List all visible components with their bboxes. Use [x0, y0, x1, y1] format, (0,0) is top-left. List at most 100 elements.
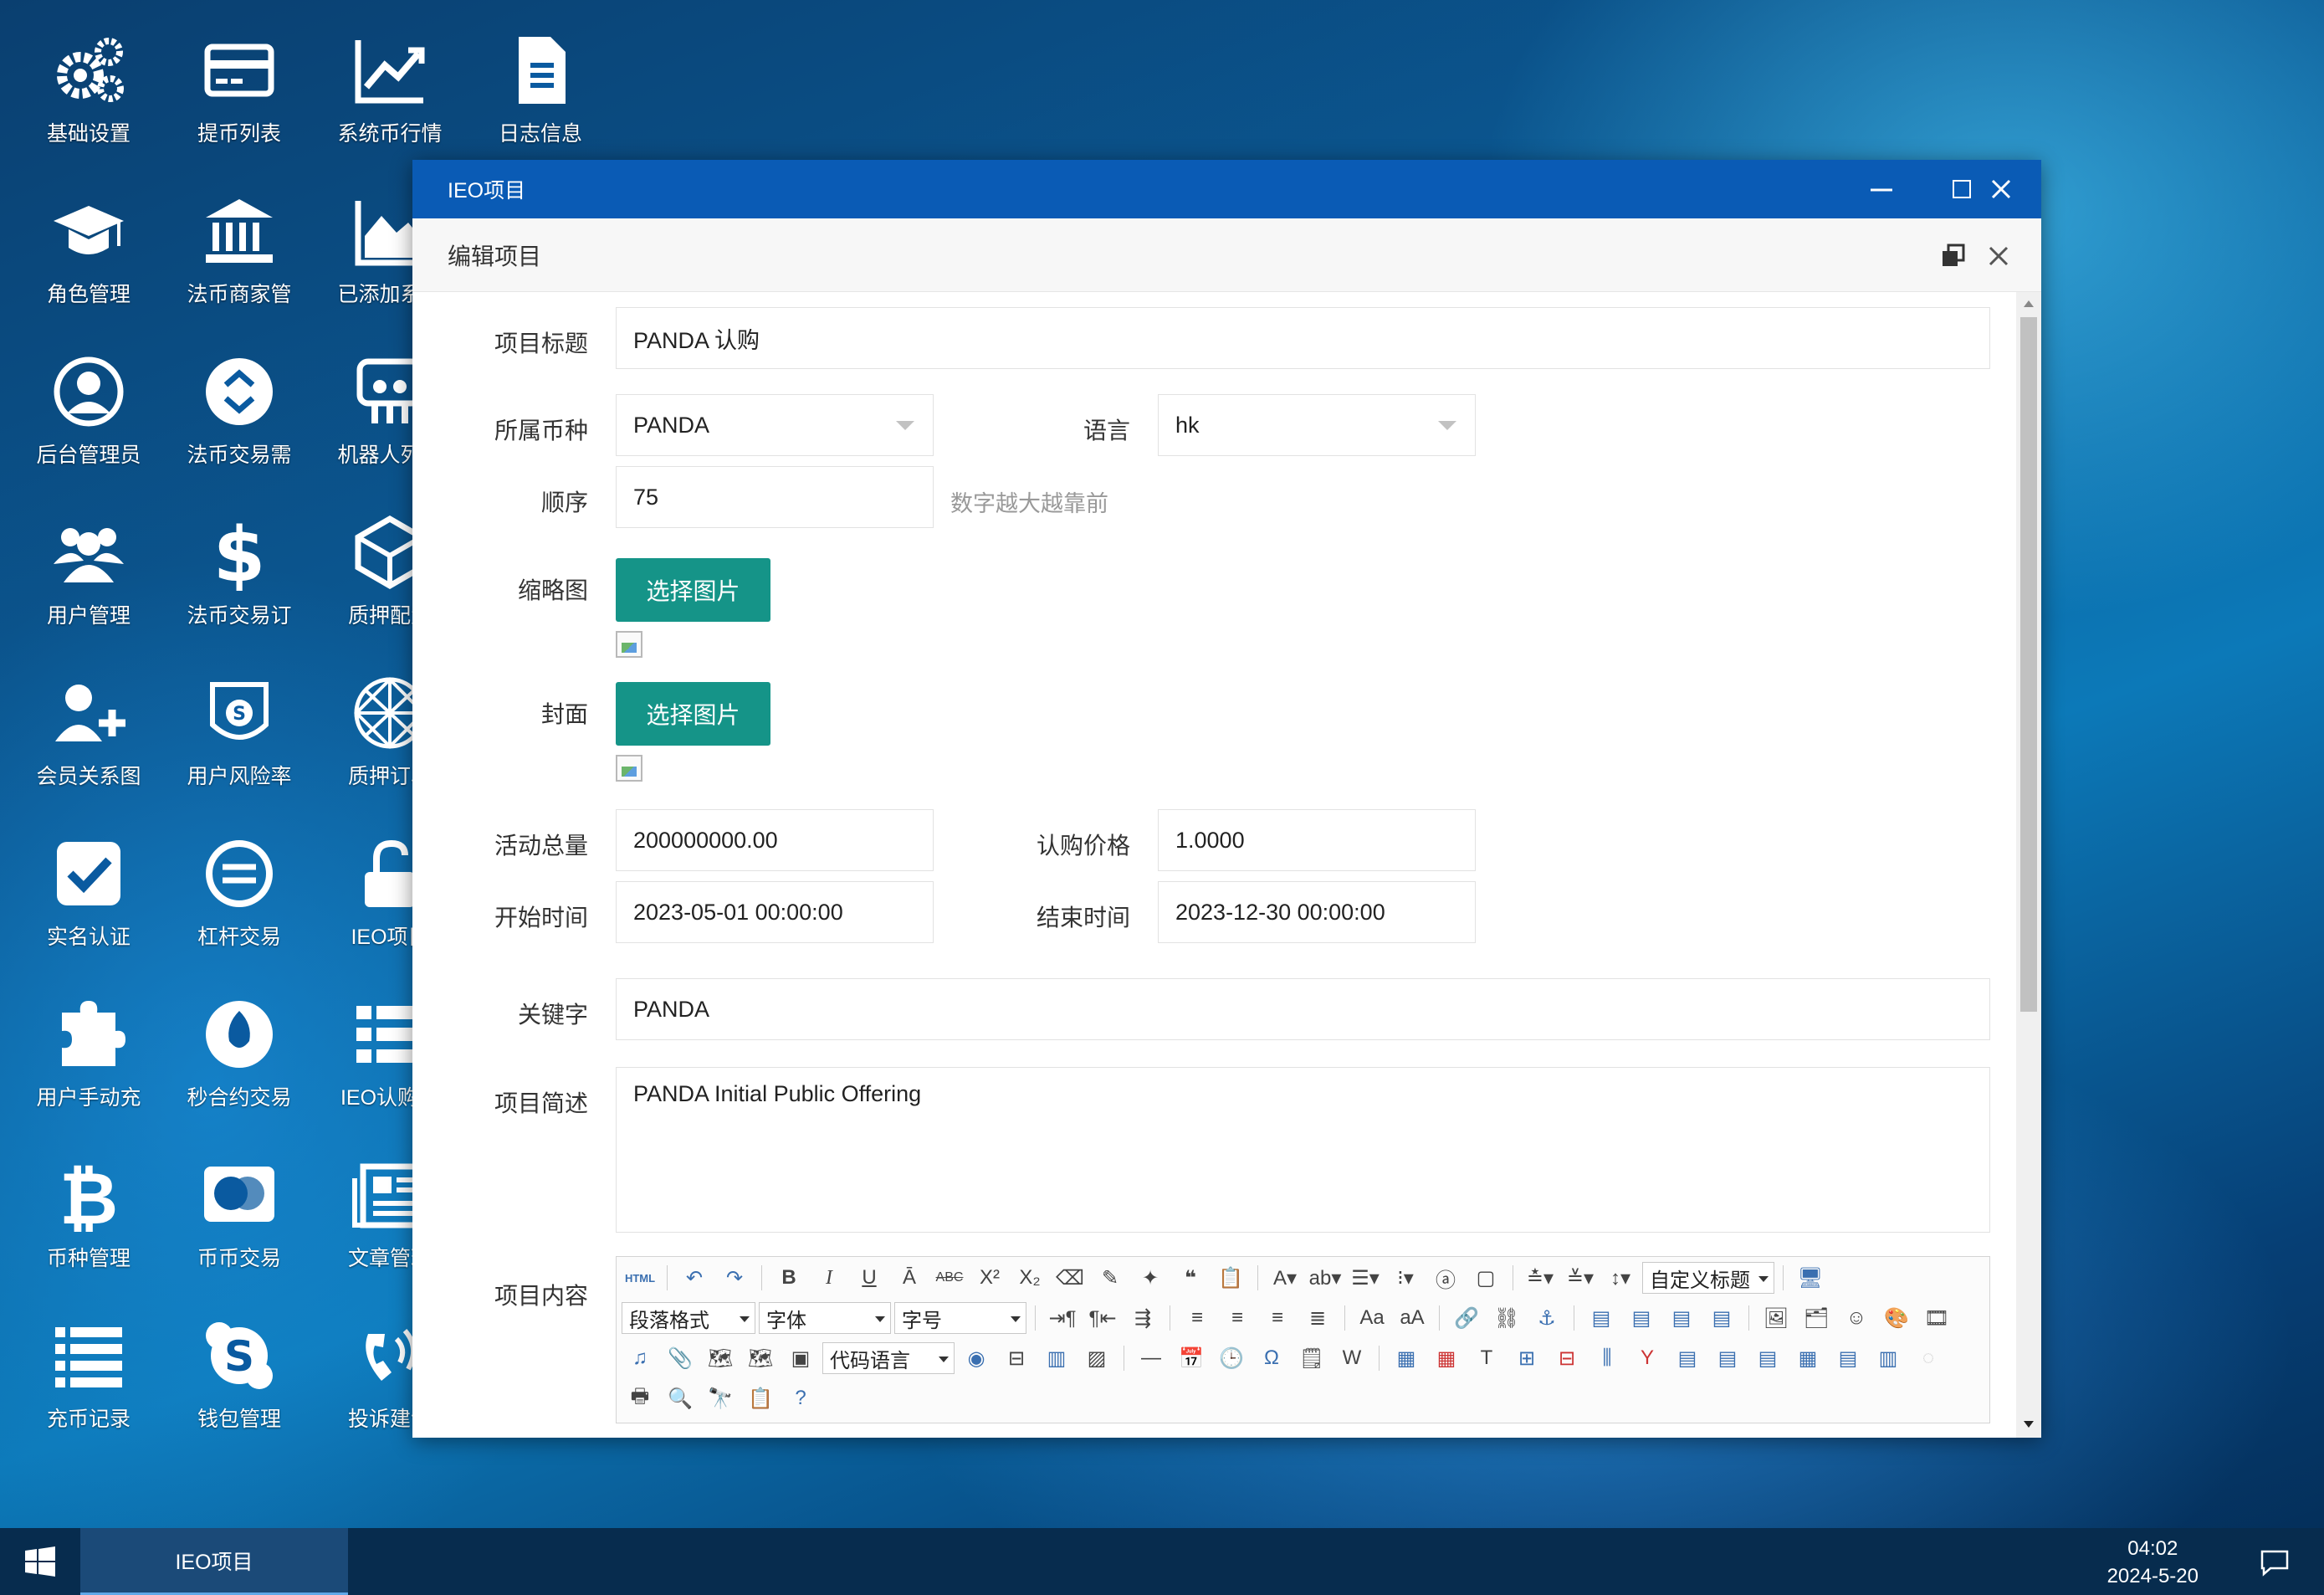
attachment-icon[interactable]: 📎	[662, 1341, 699, 1375]
merge-right-icon[interactable]: ▤	[1709, 1341, 1746, 1375]
rtl-icon[interactable]: ¶⇤	[1084, 1301, 1121, 1335]
find-replace-icon[interactable]: 🔭	[702, 1382, 739, 1415]
split-cells-icon[interactable]: ▦	[1789, 1341, 1826, 1375]
delete-table-icon[interactable]: ▦	[1428, 1341, 1465, 1375]
highlight-icon[interactable]: ab▾	[1307, 1261, 1344, 1295]
align-center-icon[interactable]: ≡	[1219, 1301, 1256, 1335]
underline-icon[interactable]: U	[851, 1261, 888, 1295]
to-lowercase-icon[interactable]: aA	[1394, 1301, 1431, 1335]
desktop-shortcut[interactable]: S 钱包管理	[164, 1294, 315, 1431]
desktop-shortcut[interactable]: 用户管理	[13, 490, 164, 628]
align-left-icon[interactable]: ≡	[1179, 1301, 1216, 1335]
scroll-down-icon[interactable]	[2024, 1421, 2034, 1428]
desktop-shortcut[interactable]: 用户手动充	[13, 972, 164, 1110]
redo-icon[interactable]: ↷	[716, 1261, 753, 1295]
restore-icon[interactable]	[1941, 244, 1966, 269]
row-spacing-bottom-icon[interactable]: ≚▾	[1562, 1261, 1599, 1295]
desktop-shortcut[interactable]: S 用户风险率	[164, 651, 315, 788]
video-icon[interactable]: 🎞	[1918, 1301, 1955, 1335]
image-none-icon[interactable]: ▤	[1583, 1301, 1620, 1335]
music-icon[interactable]: ♫	[622, 1341, 658, 1375]
font-size-select[interactable]: 字号	[894, 1302, 1026, 1334]
price-input[interactable]: 1.0000	[1158, 809, 1476, 871]
font-border-icon[interactable]: Ā	[891, 1261, 928, 1295]
horizontal-rule-icon[interactable]: —	[1133, 1341, 1170, 1375]
window-titlebar[interactable]: IEO项目	[412, 160, 2041, 218]
close-window-button[interactable]	[1961, 160, 2041, 218]
system-clock[interactable]: 04:02 2024-5-20	[2107, 1535, 2199, 1590]
desktop-shortcut[interactable]: 实名认证	[13, 812, 164, 949]
insert-frame-icon[interactable]: ▣	[782, 1341, 819, 1375]
desktop-shortcut[interactable]: 币币交易	[164, 1133, 315, 1270]
desktop-shortcut[interactable]: 杠杆交易	[164, 812, 315, 949]
taskbar-item-ieo[interactable]: IEO项目	[80, 1528, 348, 1595]
desktop-shortcut[interactable]: 法币商家管	[164, 169, 315, 306]
gmap-icon[interactable]: 🗺	[742, 1341, 779, 1375]
custom-title-select[interactable]: 自定义标题	[1642, 1262, 1774, 1294]
language-select[interactable]: hk	[1158, 394, 1476, 456]
insert-caption-icon[interactable]: T	[1468, 1341, 1505, 1375]
scrawl-icon[interactable]: 🎨	[1878, 1301, 1915, 1335]
background-icon[interactable]: ▨	[1078, 1341, 1115, 1375]
format-brush-icon[interactable]: ✎	[1092, 1261, 1129, 1295]
desktop-shortcut[interactable]: 法币交易需	[164, 330, 315, 467]
delete-row-icon[interactable]: ⊟	[1548, 1341, 1585, 1375]
notification-icon[interactable]	[2259, 1548, 2291, 1577]
image-right-icon[interactable]: ▤	[1663, 1301, 1700, 1335]
page-break-icon[interactable]: ⊟	[998, 1341, 1035, 1375]
desktop-shortcut[interactable]: 秒合约交易	[164, 972, 315, 1110]
description-textarea[interactable]: PANDA Initial Public Offering	[616, 1067, 1990, 1233]
desktop-shortcut[interactable]: 基础设置	[13, 8, 164, 146]
desktop-shortcut[interactable]: 充币记录	[13, 1294, 164, 1431]
date-icon[interactable]: 📅	[1173, 1341, 1210, 1375]
blockquote-icon[interactable]: ❝	[1172, 1261, 1209, 1295]
insert-table-icon[interactable]: ▦	[1388, 1341, 1425, 1375]
undo-icon[interactable]: ↶	[676, 1261, 713, 1295]
image-center-icon[interactable]: ▤	[1703, 1301, 1740, 1335]
preview-search-icon[interactable]: 🔍	[662, 1382, 699, 1415]
html-source-button[interactable]: HTML	[622, 1261, 658, 1295]
code-language-select[interactable]: 代码语言	[822, 1342, 955, 1374]
desktop-shortcut[interactable]: ₿ 币种管理	[13, 1133, 164, 1270]
word-import-icon[interactable]: W	[1333, 1341, 1370, 1375]
multi-image-icon[interactable]: 🗂	[1798, 1301, 1835, 1335]
eraser-icon[interactable]: ⌫	[1052, 1261, 1088, 1295]
special-char-icon[interactable]: Ω	[1253, 1341, 1290, 1375]
emotion-icon[interactable]: ☺	[1838, 1301, 1875, 1335]
start-time-input[interactable]: 2023-05-01 00:00:00	[616, 881, 934, 943]
merge-cells-icon[interactable]: ▤	[1669, 1341, 1706, 1375]
windows-start-icon[interactable]	[25, 1546, 55, 1577]
anchor-icon[interactable]: ⚓	[1528, 1301, 1565, 1335]
clear-doc-icon[interactable]: ▢	[1467, 1261, 1504, 1295]
webapp-icon[interactable]: ◉	[958, 1341, 995, 1375]
template-icon[interactable]: ▥	[1038, 1341, 1075, 1375]
scroll-thumb[interactable]	[2020, 317, 2037, 1012]
row-spacing-top-icon[interactable]: ≛▾	[1522, 1261, 1559, 1295]
end-time-input[interactable]: 2023-12-30 00:00:00	[1158, 881, 1476, 943]
to-uppercase-icon[interactable]: Aa	[1354, 1301, 1390, 1335]
align-right-icon[interactable]: ≡	[1259, 1301, 1296, 1335]
font-family-select[interactable]: 字体	[759, 1302, 891, 1334]
image-left-icon[interactable]: ▤	[1623, 1301, 1660, 1335]
indent-icon[interactable]: ⇶	[1124, 1301, 1161, 1335]
select-all-icon[interactable]: ⓐ	[1427, 1261, 1464, 1295]
print-icon[interactable]: 🖶	[622, 1382, 658, 1415]
total-input[interactable]: 200000000.00	[616, 809, 934, 871]
ordered-list-icon[interactable]: ☰▾	[1347, 1261, 1384, 1295]
split-cols-icon[interactable]: ▥	[1870, 1341, 1907, 1375]
unordered-list-icon[interactable]: ⁝▾	[1387, 1261, 1424, 1295]
superscript-icon[interactable]: X²	[971, 1261, 1008, 1295]
image-icon[interactable]: 🖼	[1758, 1301, 1794, 1335]
align-justify-icon[interactable]: ≣	[1299, 1301, 1336, 1335]
thumbnail-select-button[interactable]: 选择图片	[616, 558, 770, 622]
preview-icon[interactable]: 🖥	[1792, 1261, 1829, 1295]
line-height-icon[interactable]: ↕▾	[1602, 1261, 1639, 1295]
keyword-input[interactable]: PANDA	[616, 978, 1990, 1040]
help-icon[interactable]: ?	[782, 1382, 819, 1415]
draft-icon[interactable]: 📋	[742, 1382, 779, 1415]
italic-icon[interactable]: I	[811, 1261, 847, 1295]
ltr-icon[interactable]: ⇥¶	[1044, 1301, 1081, 1335]
vertical-scrollbar[interactable]	[2016, 292, 2041, 1438]
cover-select-button[interactable]: 选择图片	[616, 682, 770, 746]
title-input[interactable]: PANDA 认购	[616, 307, 1990, 369]
